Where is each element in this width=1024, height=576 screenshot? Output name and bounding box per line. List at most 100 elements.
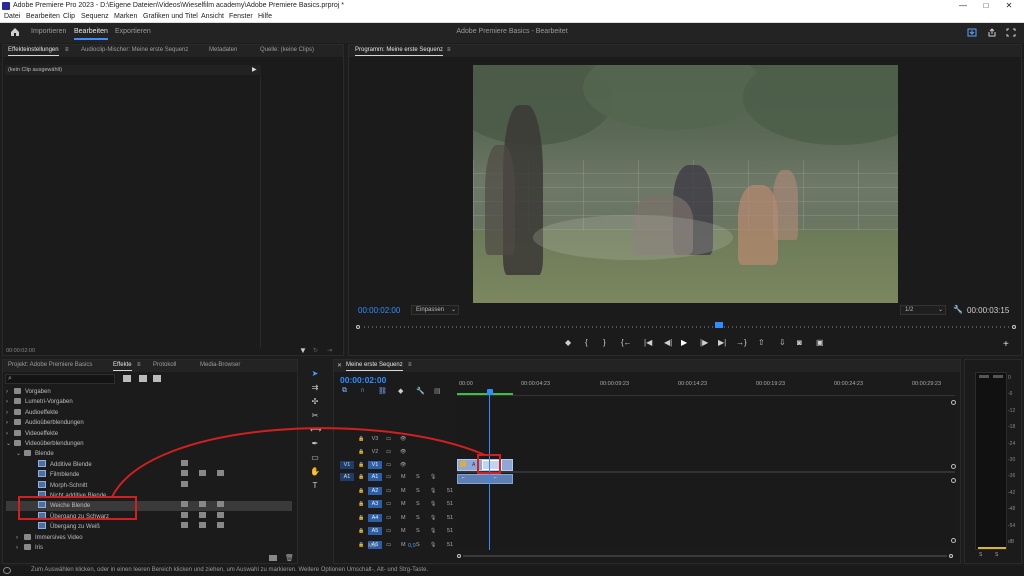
- sync-lock-icon[interactable]: ▭: [386, 473, 391, 481]
- effects-tree-item[interactable]: › Audioüberblendungen: [6, 418, 292, 428]
- program-panel-menu-icon[interactable]: ≡: [447, 47, 451, 53]
- panel-menu-icon[interactable]: ≡: [65, 47, 69, 53]
- mix-track-header[interactable]: Mix 0,0: [356, 541, 472, 551]
- mute-button[interactable]: M: [401, 527, 406, 535]
- effects-tree-item[interactable]: Additive Blende: [6, 459, 292, 470]
- audio-clip[interactable]: ⌐ ⌐: [457, 474, 513, 484]
- ripple-edit-tool-icon[interactable]: ✣: [310, 397, 320, 407]
- effects-tree-item[interactable]: › Immersives Video: [6, 533, 292, 543]
- chevron-down-icon[interactable]: ⌄: [16, 449, 24, 459]
- camera-icon[interactable]: ◙: [797, 338, 802, 347]
- step-back-icon[interactable]: |◀: [644, 338, 652, 347]
- filter-icon[interactable]: ▼: [299, 346, 307, 355]
- fullscreen-icon[interactable]: [1006, 28, 1016, 37]
- effects-tree-item[interactable]: › Lumetri-Vorgaben: [6, 397, 292, 407]
- timeline-playhead-handle[interactable]: [487, 389, 493, 395]
- extract-icon[interactable]: ⇩: [779, 338, 786, 347]
- lock-icon[interactable]: 🔒: [358, 500, 364, 508]
- track-name[interactable]: A5: [368, 527, 382, 535]
- tab-projekt[interactable]: Projekt: Adobe Premiere Basics: [8, 362, 92, 368]
- sync-lock-icon[interactable]: ▭: [386, 461, 391, 469]
- close-sequence-icon[interactable]: ✕: [337, 362, 342, 369]
- mix-value[interactable]: 0,0: [408, 542, 416, 550]
- track-name[interactable]: V2: [368, 448, 382, 456]
- effects-tree-item[interactable]: Weiche Blende: [6, 501, 292, 512]
- sync-lock-icon[interactable]: ▭: [386, 527, 391, 535]
- timeline-zoom-bar[interactable]: [457, 552, 955, 560]
- source-patch[interactable]: [340, 435, 354, 443]
- menu-ansicht[interactable]: Ansicht: [201, 13, 224, 20]
- sync-lock-icon[interactable]: ▭: [386, 435, 391, 443]
- chevron-right-icon[interactable]: ›: [6, 429, 14, 439]
- rectangle-tool-icon[interactable]: ▭: [310, 453, 320, 463]
- minimize-button[interactable]: —: [952, 0, 974, 12]
- chevron-right-icon[interactable]: ›: [16, 533, 24, 543]
- effects-tree-item[interactable]: ⌄ Videoüberblendungen: [6, 439, 292, 449]
- effects-tree-item[interactable]: Filmblende: [6, 470, 292, 480]
- play-icon[interactable]: ▶: [681, 338, 687, 347]
- menu-datei[interactable]: Datei: [4, 13, 20, 20]
- microphone-icon[interactable]: 🎙: [430, 514, 436, 522]
- track-name[interactable]: A2: [368, 487, 382, 495]
- effects-tree-item[interactable]: Nicht additive Blende: [6, 491, 292, 501]
- microphone-icon[interactable]: 🎙: [430, 473, 436, 481]
- expand-arrow-icon[interactable]: ▶: [252, 66, 257, 73]
- solo-button[interactable]: S: [416, 514, 420, 522]
- compare-icon[interactable]: ▣: [816, 338, 824, 347]
- add-button-icon[interactable]: +: [1003, 339, 1009, 350]
- lock-icon[interactable]: 🔒: [358, 461, 364, 469]
- audio-track-header[interactable]: 🔒 A2 ▭ M S 🎙 51: [340, 486, 456, 496]
- tab-media-browser[interactable]: Media-Browser: [200, 362, 240, 368]
- track-area[interactable]: [457, 398, 955, 548]
- lock-icon[interactable]: 🔒: [358, 473, 364, 481]
- video-track-header[interactable]: 🔒 V2 ▭ 👁: [340, 447, 456, 457]
- step-back-frame-icon[interactable]: ◀|: [664, 338, 672, 347]
- step-forward-frame-icon[interactable]: |▶: [700, 338, 708, 347]
- eye-icon[interactable]: 👁: [400, 448, 406, 456]
- tab-quelle[interactable]: Quelle: (keine Clips): [260, 47, 314, 53]
- microphone-icon[interactable]: 🎙: [430, 527, 436, 535]
- tab-sequence[interactable]: Meine erste Sequenz: [346, 362, 403, 371]
- add-marker-timeline-icon[interactable]: ◆: [398, 387, 403, 395]
- lock-icon[interactable]: 🔒: [358, 487, 364, 495]
- mute-button[interactable]: M: [401, 500, 406, 508]
- linked-selection-icon[interactable]: ⛓: [378, 387, 387, 395]
- audio-track-header[interactable]: 🔒 A3 ▭ M S 🎙 51: [340, 499, 456, 509]
- loop-icon[interactable]: ↻: [313, 347, 318, 354]
- chevron-right-icon[interactable]: ›: [6, 387, 14, 397]
- microphone-icon[interactable]: 🎙: [430, 487, 436, 495]
- track-scrollbar[interactable]: [951, 398, 957, 548]
- sync-lock-icon[interactable]: ▭: [386, 514, 391, 522]
- program-video-frame[interactable]: [473, 65, 898, 303]
- chevron-right-icon[interactable]: ›: [6, 397, 14, 407]
- menu-bearbeiten[interactable]: Bearbeiten: [26, 13, 60, 20]
- tab-metadaten[interactable]: Metadaten: [209, 47, 237, 53]
- lock-icon[interactable]: 🔒: [358, 435, 364, 443]
- effects-tree-item[interactable]: Übergang zu Weiß: [6, 522, 292, 532]
- video-track-header[interactable]: 🔒 V3 ▭ 👁: [340, 434, 456, 444]
- sync-lock-icon[interactable]: ▭: [386, 487, 391, 495]
- menu-grafiken[interactable]: Grafiken und Titel: [143, 13, 198, 20]
- track-name[interactable]: A3: [368, 500, 382, 508]
- timeline-panel-menu-icon[interactable]: ≡: [408, 362, 412, 368]
- eye-icon[interactable]: 👁: [400, 435, 406, 443]
- lock-icon[interactable]: 🔒: [358, 448, 364, 456]
- maximize-button[interactable]: □: [975, 0, 997, 12]
- step-forward-icon[interactable]: ▶|: [718, 338, 726, 347]
- mute-button[interactable]: M: [401, 473, 406, 481]
- sync-lock-icon[interactable]: ▭: [386, 500, 391, 508]
- track-name[interactable]: V1: [368, 461, 382, 469]
- program-scrub-bar[interactable]: [356, 322, 1018, 330]
- yuv-effects-icon[interactable]: [153, 375, 161, 382]
- transition-weiche-blende[interactable]: [482, 460, 502, 470]
- microphone-icon[interactable]: 🎙: [430, 500, 436, 508]
- menu-clip[interactable]: Clip: [63, 13, 75, 20]
- mark-out-icon[interactable]: }: [603, 338, 606, 347]
- effects-tree-item[interactable]: › Iris: [6, 543, 292, 553]
- mute-button[interactable]: M: [401, 487, 406, 495]
- source-patch[interactable]: [340, 541, 354, 549]
- timeline-timecode[interactable]: 00:00:02:00: [340, 375, 386, 385]
- source-patch[interactable]: V1: [340, 461, 354, 469]
- source-patch[interactable]: [340, 527, 354, 535]
- chevron-down-icon[interactable]: ⌄: [6, 439, 14, 449]
